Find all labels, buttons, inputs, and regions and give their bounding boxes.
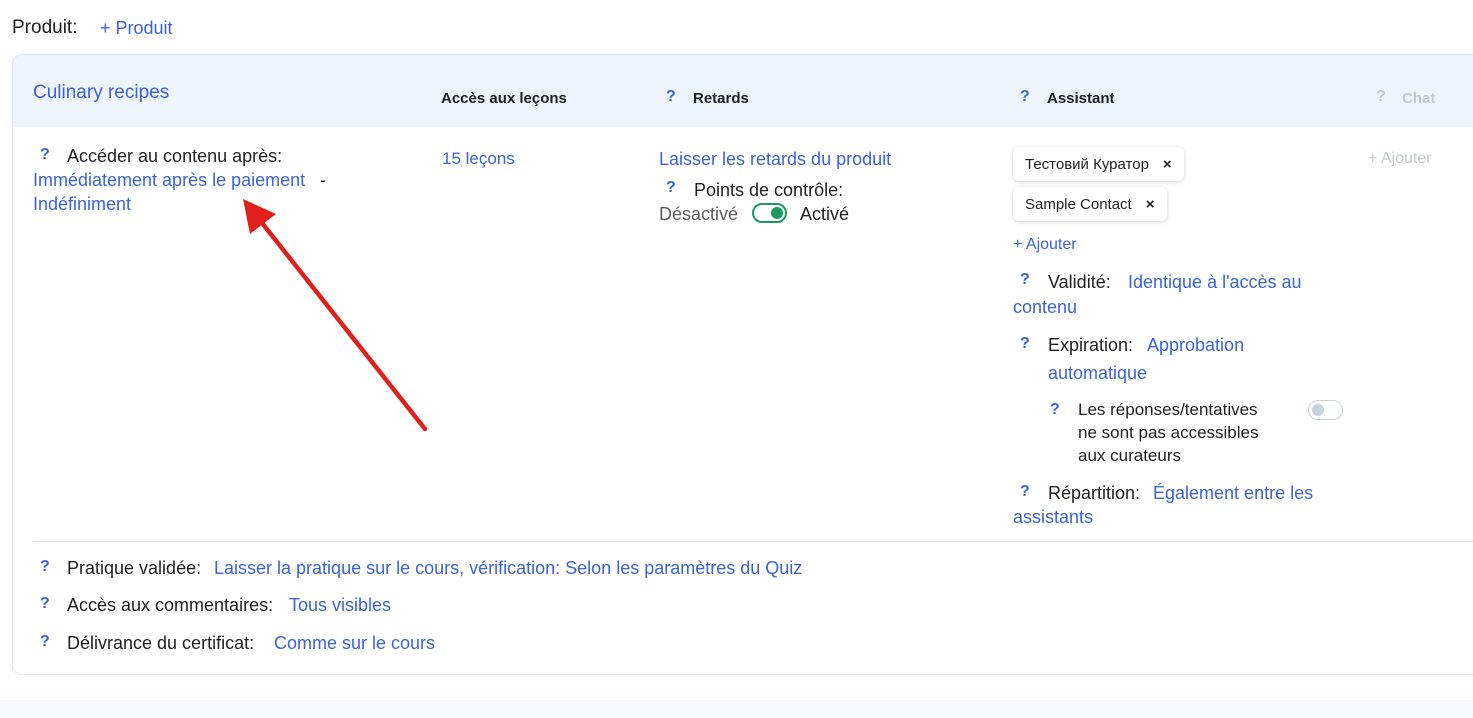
annotation-arrow-icon <box>243 199 428 432</box>
bottom-bar <box>0 700 1473 718</box>
